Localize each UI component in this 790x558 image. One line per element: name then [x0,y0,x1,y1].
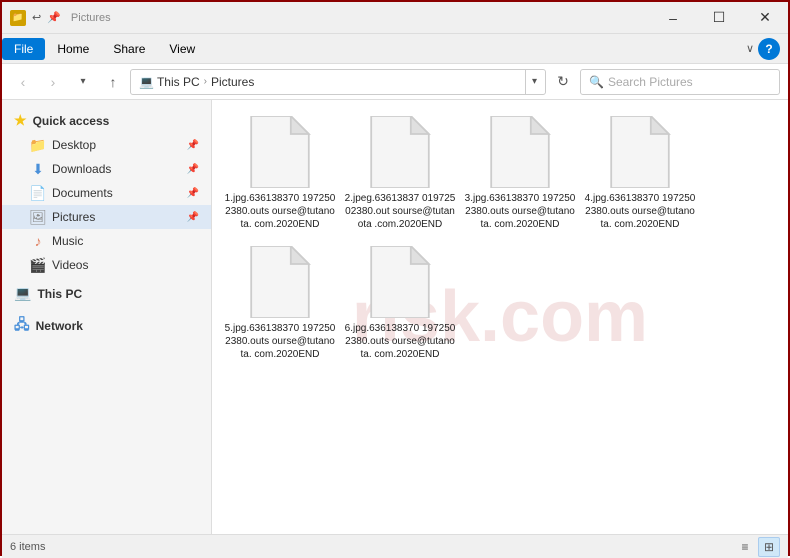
menu-bar: File Home Share View ∨ ? [2,34,788,64]
music-icon: ♪ [30,233,46,249]
file-icon-6 [368,246,432,318]
sidebar: ★ Quick access 📁 Desktop 📌 ⬇ Downloads 📌… [2,100,212,534]
menu-view[interactable]: View [157,38,207,60]
file-icon-4 [608,116,672,188]
sidebar-item-pictures-label: Pictures [52,210,95,224]
file-name-3: 3.jpg.636138370 1972502380.outs ourse@tu… [464,192,576,231]
quick-access-section[interactable]: ★ Quick access [2,108,211,133]
downloads-icon: ⬇ [30,161,46,177]
file-item-2[interactable]: 2.jpeg.63613837 01972502380.out sourse@t… [340,108,460,238]
videos-icon: 🎬 [30,257,46,273]
thispc-label: This PC [37,287,82,301]
back-button[interactable]: ‹ [10,69,36,95]
file-item-5[interactable]: 5.jpg.636138370 1972502380.outs ourse@tu… [220,238,340,368]
address-bar: ‹ › ▾ ↑ 💻 This PC › Pictures ▾ ↻ 🔍 Searc… [2,64,788,100]
file-item-1[interactable]: 1.jpg.636138370 1972502380.outs ourse@tu… [220,108,340,238]
pin-icon-downloads: 📌 [187,164,199,175]
file-name-1: 1.jpg.636138370 1972502380.outs ourse@tu… [224,192,336,231]
network-label: Network [36,319,83,333]
file-item-3[interactable]: 3.jpg.636138370 1972502380.outs ourse@tu… [460,108,580,238]
path-sep-1: › [204,76,207,87]
search-placeholder: Search Pictures [608,75,693,89]
pin-icon-documents: 📌 [187,188,199,199]
forward-button[interactable]: › [40,69,66,95]
sidebar-item-videos[interactable]: 🎬 Videos [2,253,211,277]
minimize-button[interactable]: – [650,2,696,34]
file-item-4[interactable]: 4.jpg.636138370 1972502380.outs ourse@tu… [580,108,700,238]
list-view-button[interactable]: ≡ [734,537,756,557]
sidebar-item-pictures[interactable]: 🖼 Pictures 📌 [2,205,211,229]
help-button[interactable]: ? [758,38,780,60]
sidebar-item-documents[interactable]: 📄 Documents 📌 [2,181,211,205]
file-name-2: 2.jpeg.63613837 01972502380.out sourse@t… [344,192,456,231]
recent-button[interactable]: ▾ [70,69,96,95]
file-name-5: 5.jpg.636138370 1972502380.outs ourse@tu… [224,322,336,361]
thispc-icon: 💻 [139,75,154,89]
sidebar-item-documents-label: Documents [52,186,113,200]
menu-bar-right: ∨ ? [746,38,788,60]
quick-access-label: Quick access [33,114,110,128]
up-button[interactable]: ↑ [100,69,126,95]
app-icon: 📁 [10,10,26,26]
main-area: ★ Quick access 📁 Desktop 📌 ⬇ Downloads 📌… [2,100,788,534]
search-icon: 🔍 [589,75,604,89]
sidebar-item-downloads-label: Downloads [52,162,111,176]
sidebar-item-music-label: Music [52,234,83,248]
search-box[interactable]: 🔍 Search Pictures [580,69,780,95]
pictures-icon: 🖼 [30,209,46,225]
documents-icon: 📄 [30,185,46,201]
path-thispc: 💻 This PC [139,75,200,89]
content-area: risk.com 1.jpg.636138370 1972502380.outs… [212,100,788,534]
path-dropdown[interactable]: ▾ [525,70,537,94]
file-icon-5 [248,246,312,318]
desktop-folder-icon: 📁 [30,137,46,153]
menu-file[interactable]: File [2,38,45,60]
path-pictures-label: Pictures [211,75,254,89]
sidebar-item-music[interactable]: ♪ Music [2,229,211,253]
thispc-section[interactable]: 💻 This PC [2,281,211,306]
item-count: 6 items [10,541,45,553]
maximize-button[interactable]: ☐ [696,2,742,34]
thispc-sidebar-icon: 💻 [14,285,31,302]
file-icon-1 [248,116,312,188]
path-thispc-label: This PC [157,75,200,89]
refresh-button[interactable]: ↻ [550,69,576,95]
title-label: Pictures [71,12,111,24]
status-bar: 6 items ≡ ⊞ [2,534,788,558]
sidebar-item-videos-label: Videos [52,258,88,272]
file-name-6: 6.jpg.636138370 1972502380.outs ourse@tu… [344,322,456,361]
menu-chevron-icon[interactable]: ∨ [746,42,754,55]
pin-icon-pictures: 📌 [187,212,199,223]
undo-btn[interactable]: ↩ [32,11,41,24]
file-item-6[interactable]: 6.jpg.636138370 1972502380.outs ourse@tu… [340,238,460,368]
pin-icon-desktop: 📌 [187,140,199,151]
file-name-4: 4.jpg.636138370 1972502380.outs ourse@tu… [584,192,696,231]
grid-view-button[interactable]: ⊞ [758,537,780,557]
pin-btn[interactable]: 📌 [47,11,61,24]
title-bar: 📁 ↩ 📌 Pictures – ☐ ✕ [2,2,788,34]
sidebar-item-desktop-label: Desktop [52,138,96,152]
title-bar-controls: – ☐ ✕ [650,2,788,34]
view-controls: ≡ ⊞ [734,537,780,557]
star-icon: ★ [14,112,27,129]
sidebar-item-desktop[interactable]: 📁 Desktop 📌 [2,133,211,157]
file-icon-3 [488,116,552,188]
menu-home[interactable]: Home [45,38,101,60]
file-icon-2 [368,116,432,188]
network-section[interactable]: 🖧 Network [2,310,211,342]
menu-share[interactable]: Share [101,38,157,60]
sidebar-item-downloads[interactable]: ⬇ Downloads 📌 [2,157,211,181]
network-icon: 🖧 [14,314,30,338]
title-bar-left: 📁 ↩ 📌 Pictures [10,10,111,26]
close-button[interactable]: ✕ [742,2,788,34]
address-path[interactable]: 💻 This PC › Pictures ▾ [130,69,546,95]
